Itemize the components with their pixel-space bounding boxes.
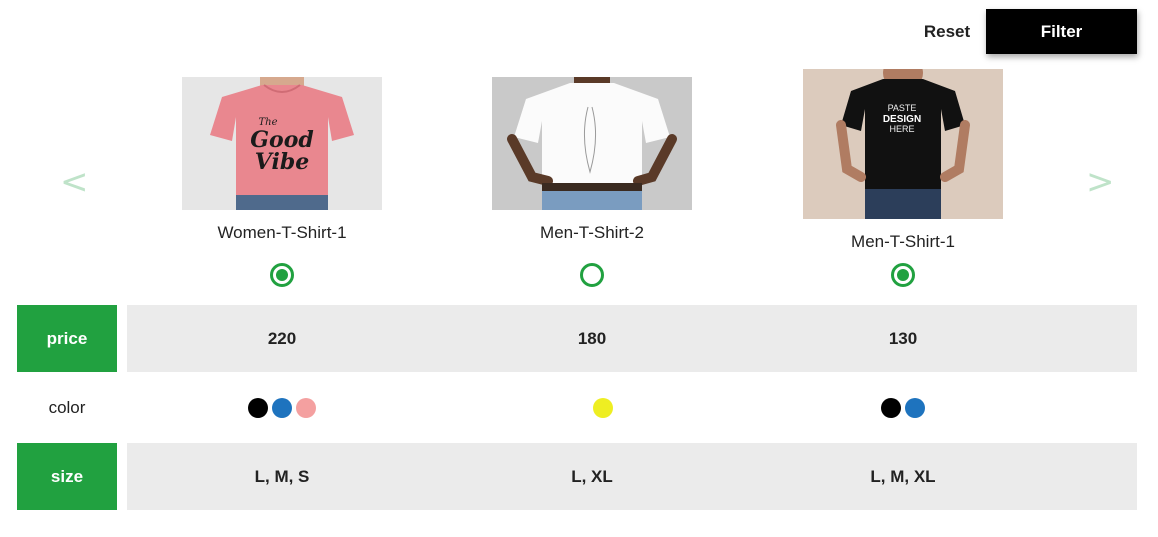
color-swatch-black <box>248 397 268 418</box>
color-swatches <box>803 374 1003 441</box>
price-value: 180 <box>577 328 607 348</box>
product-photo[interactable] <box>492 77 692 210</box>
product-name: Men-T-Shirt-1 <box>851 232 955 251</box>
color-swatch-yellow <box>593 397 613 418</box>
color-swatch-blue <box>272 397 292 418</box>
product-photo[interactable]: PASTE DESIGN HERE <box>803 69 1003 219</box>
color-label: color <box>48 397 86 417</box>
filter-button[interactable]: Filter <box>986 9 1137 54</box>
color-swatch-black <box>881 397 901 418</box>
price-value: 130 <box>888 328 918 348</box>
price-label: price <box>17 305 117 372</box>
product-card: Good Vibe The Women-T-Shirt-1 <box>182 77 382 243</box>
color-values <box>127 374 1137 441</box>
size-value: L, M, S <box>254 466 310 486</box>
size-row: size L, M, S L, XL L, M, XL <box>17 443 1137 510</box>
select-radio-men-t-shirt-2[interactable] <box>580 263 604 287</box>
size-label: size <box>17 443 117 510</box>
svg-text:HERE: HERE <box>889 124 914 134</box>
svg-text:The: The <box>258 117 277 128</box>
product-photo[interactable]: Good Vibe The <box>182 77 382 210</box>
price-value: 220 <box>267 328 297 348</box>
svg-text:Vibe: Vibe <box>255 149 309 175</box>
select-radio-men-t-shirt-1[interactable] <box>891 263 915 287</box>
reset-button[interactable]: Reset <box>914 16 980 48</box>
color-swatches <box>503 374 703 441</box>
product-card: Men-T-Shirt-2 <box>492 77 692 243</box>
price-values: 220 180 130 <box>127 305 1137 372</box>
next-arrow-icon[interactable]: > <box>1086 160 1115 204</box>
product-card: PASTE DESIGN HERE Men-T-Shirt-1 <box>803 69 1003 252</box>
size-value: L, M, XL <box>870 466 936 486</box>
color-row: color <box>17 374 1137 441</box>
color-swatch-pink <box>296 397 316 418</box>
select-radio-women-t-shirt-1[interactable] <box>270 263 294 287</box>
size-values: L, M, S L, XL L, M, XL <box>127 443 1137 510</box>
svg-text:PASTE: PASTE <box>888 103 917 113</box>
price-row: price 220 180 130 <box>17 305 1137 372</box>
product-name: Women-T-Shirt-1 <box>217 223 347 242</box>
color-swatch-blue <box>905 397 925 418</box>
previous-arrow-icon[interactable]: < <box>60 160 89 204</box>
color-swatches <box>182 374 382 441</box>
size-value: L, XL <box>571 466 613 486</box>
product-name: Men-T-Shirt-2 <box>540 223 644 242</box>
